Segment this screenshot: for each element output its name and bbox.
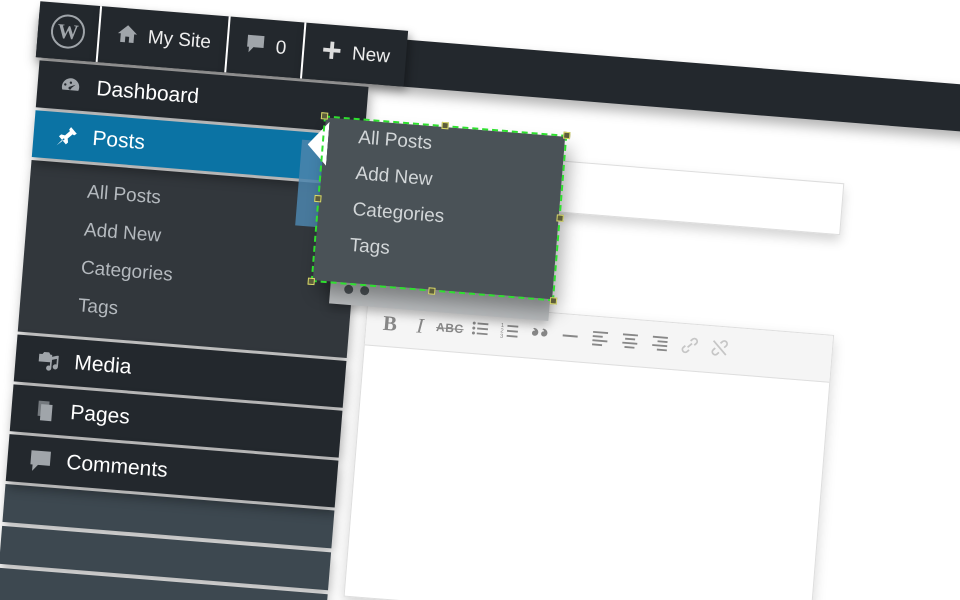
align-right-icon [648, 332, 670, 359]
sidebar-item-pages-label: Pages [69, 400, 131, 429]
screenshot-root: W My Site 0 New Dashboard Posts All Post… [0, 0, 960, 600]
resize-handle-bottom-center[interactable] [428, 287, 436, 295]
align-right-button[interactable] [645, 330, 674, 359]
admin-bar-new-button[interactable]: New [299, 22, 409, 87]
italic-glyph: I [415, 313, 425, 338]
rotated-screen: W My Site 0 New Dashboard Posts All Post… [0, 0, 960, 600]
bullet-list-button[interactable] [465, 316, 494, 345]
dragged-submenu-panel[interactable]: All Posts Add New Categories Tags [313, 112, 571, 305]
placeholder-dot-1 [343, 284, 354, 295]
admin-bar-my-site-button[interactable]: My Site [95, 6, 230, 73]
horizontal-rule-icon [559, 325, 581, 352]
align-center-button[interactable] [615, 328, 644, 357]
insert-link-button[interactable] [675, 333, 704, 362]
pages-icon [31, 396, 59, 424]
numbered-list-icon: 1 2 3 [499, 320, 521, 347]
admin-bar-comment-count: 0 [274, 37, 288, 60]
bullet-list-icon [469, 317, 491, 344]
resize-handle-middle-left[interactable] [314, 194, 322, 202]
wordpress-logo-icon: W [49, 13, 87, 50]
horizontal-rule-button[interactable] [555, 323, 584, 352]
remove-link-button[interactable] [705, 335, 734, 364]
resize-handle-bottom-left[interactable] [307, 277, 315, 286]
italic-button[interactable]: I [405, 311, 434, 340]
admin-bar-new-label: New [351, 43, 391, 68]
blockquote-button[interactable] [525, 321, 554, 350]
home-icon [115, 21, 140, 52]
placeholder-dot-2 [359, 285, 370, 296]
plus-icon [319, 37, 344, 68]
numbered-list-button[interactable]: 1 2 3 [495, 318, 524, 347]
post-content-editor: B I ABC 1 2 3 [343, 297, 835, 600]
resize-handle-top-center[interactable] [441, 121, 449, 130]
gauge-icon [57, 72, 85, 100]
align-center-icon [618, 329, 640, 356]
bold-glyph: B [382, 310, 399, 336]
sidebar-item-dashboard-label: Dashboard [95, 76, 200, 108]
bold-button[interactable]: B [376, 309, 405, 338]
pin-icon [53, 122, 81, 150]
quote-icon [529, 322, 551, 349]
svg-text:3: 3 [499, 333, 503, 339]
strikethrough-glyph: ABC [435, 320, 465, 337]
resize-handle-middle-right[interactable] [556, 213, 564, 222]
unlink-icon [708, 337, 730, 364]
resize-handle-top-left[interactable] [320, 112, 329, 120]
admin-bar-comments-button[interactable]: 0 [224, 16, 305, 79]
media-icon [35, 347, 63, 375]
align-left-icon [588, 327, 610, 354]
admin-bar-my-site-label: My Site [146, 27, 212, 54]
strikethrough-button[interactable]: ABC [435, 314, 465, 343]
comment-bubble-icon [244, 32, 268, 62]
comment-bubble-icon [27, 446, 55, 474]
sidebar-item-posts-label: Posts [91, 126, 146, 154]
admin-bar-wp-logo-button[interactable]: W [35, 1, 101, 62]
sidebar-item-media-label: Media [73, 350, 133, 379]
link-icon [678, 334, 700, 361]
resize-handle-top-right[interactable] [562, 131, 571, 140]
sidebar-item-comments-label: Comments [65, 450, 169, 482]
align-left-button[interactable] [585, 326, 614, 355]
resize-handle-bottom-right[interactable] [549, 297, 558, 305]
